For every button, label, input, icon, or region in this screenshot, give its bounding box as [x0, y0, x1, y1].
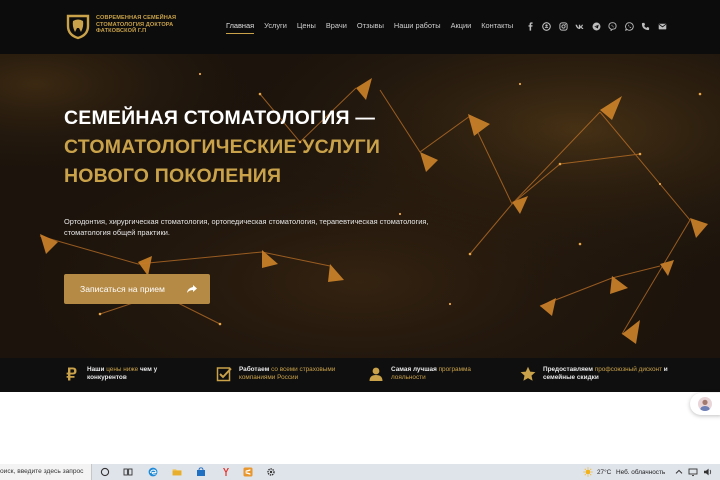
tooth-logo-icon[interactable] — [64, 12, 92, 40]
main-nav: Главная Услуги Цены Врачи Отзывы Наши ра… — [226, 21, 523, 34]
checklist-icon — [216, 367, 232, 382]
site-header: СОВРЕМЕННАЯ СЕМЕЙНАЯ СТОМАТОЛОГИЯ ДОКТОР… — [0, 0, 720, 54]
feature-loyalty-text: Самая лучшая программа лояльности — [391, 366, 498, 381]
features-bar: Наши цены ниже чем у конкурентов Работае… — [0, 358, 720, 392]
social-links — [525, 21, 667, 31]
hero-title-line-1: СЕМЕЙНАЯ СТОМАТОЛОГИЯ — — [64, 107, 376, 129]
nav-item-contacts[interactable]: Контакты — [481, 21, 513, 34]
nav-item-services[interactable]: Услуги — [264, 21, 287, 34]
feature-discount-text: Предоставляем профсоюзный дисконт и семе… — [543, 366, 680, 381]
feature-prices-highlight: цены ниже — [106, 366, 139, 373]
vk-icon[interactable] — [575, 21, 585, 31]
feature-insurance-pre: Работаем — [239, 366, 272, 373]
star-icon — [520, 366, 536, 381]
feature-prices-pre: Наши — [87, 366, 107, 373]
tray-weather-text[interactable]: Неб. облачность — [616, 469, 665, 476]
hero-title-line-3: НОВОГО ПОКОЛЕНИЯ — [64, 165, 282, 187]
browser-page: СОВРЕМЕННАЯ СЕМЕЙНАЯ СТОМАТОЛОГИЯ ДОКТОР… — [0, 0, 720, 480]
yandex-browser-icon[interactable] — [220, 467, 230, 477]
file-explorer-icon[interactable] — [172, 467, 182, 477]
viber-icon[interactable] — [608, 21, 618, 31]
sublime-text-icon[interactable] — [243, 467, 253, 477]
hero-description: Ортодонтия, хирургическая стоматология, … — [64, 217, 429, 237]
instagram-icon[interactable] — [558, 21, 568, 31]
book-appointment-button[interactable]: Записаться на прием — [64, 274, 210, 304]
nav-item-doctors[interactable]: Врачи — [326, 21, 347, 34]
feature-insurance-text: Работаем со всеми страховыми компаниями … — [239, 366, 366, 381]
brand-name[interactable]: СОВРЕМЕННАЯ СЕМЕЙНАЯ СТОМАТОЛОГИЯ ДОКТОР… — [96, 15, 216, 35]
brand-line-1: СОВРЕМЕННАЯ СЕМЕЙНАЯ — [96, 15, 177, 21]
task-view-icon[interactable] — [123, 467, 133, 477]
cortana-icon[interactable] — [100, 467, 110, 477]
phone-icon[interactable] — [641, 21, 651, 31]
whatsapp-icon[interactable] — [624, 21, 634, 31]
edge-browser-icon[interactable] — [148, 467, 158, 477]
store-icon[interactable] — [196, 467, 206, 477]
tray-chevron-up-icon[interactable] — [674, 467, 684, 477]
feature-discount-pre: Предоставляем — [543, 366, 595, 373]
facebook-icon[interactable] — [525, 21, 535, 31]
tray-network-icon[interactable] — [688, 467, 698, 477]
tray-volume-icon[interactable] — [703, 467, 713, 477]
feature-loyalty-pre: Самая лучшая — [391, 366, 439, 373]
nav-item-reviews[interactable]: Отзывы — [357, 21, 384, 34]
nav-item-works[interactable]: Наши работы — [394, 21, 441, 34]
hero-background-particles — [0, 54, 720, 358]
feature-prices-text: Наши цены ниже чем у конкурентов — [87, 366, 194, 381]
telegram-icon[interactable] — [591, 21, 601, 31]
tray-temperature[interactable]: 27°C — [597, 469, 611, 476]
mail-icon[interactable] — [657, 21, 667, 31]
nav-item-home[interactable]: Главная — [226, 21, 255, 34]
page-below-fold — [0, 392, 720, 464]
hero-title: СЕМЕЙНАЯ СТОМАТОЛОГИЯ — СТОМАТОЛОГИЧЕСКИ… — [64, 104, 380, 191]
feature-loyalty: Самая лучшая программа лояльности — [368, 366, 498, 382]
brand-line-3: ФАТКОВСКОЙ Г.П — [96, 28, 147, 35]
ruble-icon — [66, 367, 77, 381]
share-arrow-icon — [187, 285, 197, 293]
hero-section: СЕМЕЙНАЯ СТОМАТОЛОГИЯ — СТОМАТОЛОГИЧЕСКИ… — [0, 54, 720, 358]
taskbar-search-box[interactable]: оиск, введите здесь запрос — [0, 464, 92, 480]
odnoklassniki-icon[interactable] — [542, 21, 552, 31]
nav-item-prices[interactable]: Цены — [297, 21, 316, 34]
windows-taskbar: оиск, введите здесь запрос 27°C Неб. обл… — [0, 464, 720, 480]
weather-sun-icon — [583, 467, 593, 477]
chat-avatar — [698, 397, 712, 411]
feature-prices: Наши цены ниже чем у конкурентов — [64, 366, 194, 382]
feature-discount-highlight: профсоюзный дисконт — [594, 366, 662, 373]
nav-item-promos[interactable]: Акции — [451, 21, 472, 34]
hero-title-line-2: СТОМАТОЛОГИЧЕСКИЕ УСЛУГИ — [64, 136, 381, 158]
settings-gear-icon[interactable] — [266, 467, 276, 477]
taskbar-search-placeholder: оиск, введите здесь запрос — [0, 468, 84, 475]
book-appointment-label: Записаться на прием — [80, 284, 165, 294]
chat-widget-button[interactable] — [690, 393, 720, 415]
user-icon — [369, 367, 383, 381]
feature-discount: Предоставляем профсоюзный дисконт и семе… — [520, 366, 680, 382]
feature-insurance: Работаем со всеми страховыми компаниями … — [216, 366, 366, 382]
